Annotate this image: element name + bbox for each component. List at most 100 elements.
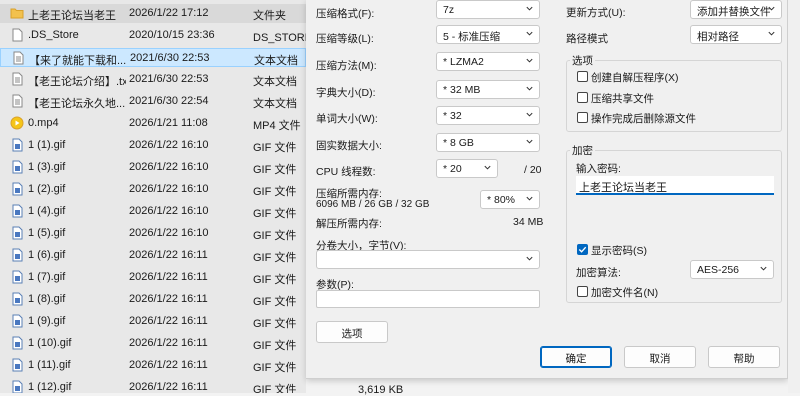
method-label: 压缩方法(M): xyxy=(316,60,377,72)
volume-select[interactable] xyxy=(316,250,540,269)
file-date: 2020/10/15 23:36 xyxy=(129,29,215,41)
gif-file-icon xyxy=(10,160,23,175)
file-row[interactable]: 1 (11).gif 2026/1/22 16:11 GIF 文件 xyxy=(0,356,306,375)
mem-select[interactable]: * 80% xyxy=(480,190,540,209)
format-label: 压缩格式(F): xyxy=(316,8,375,20)
file-row[interactable]: .DS_Store 2020/10/15 23:36 DS_STORE 文件 xyxy=(0,26,306,45)
file-row[interactable]: 【老王论坛介绍】.txt 2021/6/30 22:53 文本文档 xyxy=(0,70,306,89)
file-row[interactable]: 上老王论坛当老王 2026/1/22 17:12 文件夹 xyxy=(0,4,306,23)
cpu-max: / 20 xyxy=(524,164,542,176)
gif-file-icon xyxy=(10,248,23,263)
file-row[interactable]: 1 (9).gif 2026/1/22 16:11 GIF 文件 xyxy=(0,312,306,331)
file-row[interactable]: 1 (4).gif 2026/1/22 16:10 GIF 文件 xyxy=(0,202,306,221)
password-label: 输入密码: xyxy=(576,163,621,175)
show-password-checkbox[interactable] xyxy=(577,244,588,255)
text-file-icon xyxy=(10,72,23,87)
update-label: 更新方式(U): xyxy=(566,7,626,19)
word-value: * 32 xyxy=(443,110,462,122)
encryption-group-title: 加密 xyxy=(570,143,595,158)
file-date: 2026/1/22 16:10 xyxy=(129,139,209,151)
file-type: GIF 文件 xyxy=(253,362,297,374)
solid-value: * 8 GB xyxy=(443,137,474,149)
file-type: GIF 文件 xyxy=(253,384,297,393)
delete-label[interactable]: 操作完成后删除源文件 xyxy=(591,111,696,126)
file-name: 1 (6).gif xyxy=(28,249,66,261)
update-value: 添加并替换文件 xyxy=(697,6,771,18)
file-row[interactable]: 【来了就能下载和... 2021/6/30 22:53 文本文档 xyxy=(0,48,306,67)
file-row[interactable]: 1 (3).gif 2026/1/22 16:10 GIF 文件 xyxy=(0,158,306,177)
options-button[interactable]: 选项 xyxy=(316,321,388,343)
cpu-select[interactable]: * 20 xyxy=(436,159,498,178)
add-to-archive-dialog: 压缩格式(F): 7z 压缩等级(L): 5 - 标准压缩 压缩方法(M): *… xyxy=(306,0,788,379)
solid-select[interactable]: * 8 GB xyxy=(436,133,540,152)
dict-label: 字典大小(D): xyxy=(316,87,376,99)
file-row[interactable]: 1 (5).gif 2026/1/22 16:10 GIF 文件 xyxy=(0,224,306,243)
level-label: 压缩等级(L): xyxy=(316,33,374,45)
file-name: 【来了就能下载和... xyxy=(29,55,127,67)
file-row[interactable]: 1 (2).gif 2026/1/22 16:10 GIF 文件 xyxy=(0,180,306,199)
file-date: 2026/1/22 16:11 xyxy=(129,293,208,305)
format-select[interactable]: 7z xyxy=(436,0,540,19)
gif-file-icon xyxy=(10,292,23,307)
file-date: 2026/1/22 16:11 xyxy=(129,315,208,327)
update-select[interactable]: 添加并替换文件 xyxy=(690,0,782,19)
file-date: 2026/1/22 16:10 xyxy=(129,205,209,217)
file-date: 2026/1/21 11:08 xyxy=(129,117,208,129)
show-password-label[interactable]: 显示密码(S) xyxy=(591,243,647,258)
file-name: 1 (10).gif xyxy=(28,337,72,349)
chevron-down-icon xyxy=(526,139,533,144)
method-select[interactable]: * LZMA2 xyxy=(436,52,540,71)
file-row[interactable]: 【老王论坛永久地... 2021/6/30 22:54 文本文档 xyxy=(0,92,306,111)
sfx-label[interactable]: 创建自解压程序(X) xyxy=(591,70,679,85)
file-row[interactable]: 1 (12).gif 2026/1/22 16:11 GIF 文件 xyxy=(0,378,306,393)
file-size: 3,619 KB xyxy=(358,384,404,396)
delete-checkbox[interactable] xyxy=(577,112,588,123)
file-type: GIF 文件 xyxy=(253,142,297,154)
file-type: GIF 文件 xyxy=(253,318,297,330)
file-type: GIF 文件 xyxy=(253,230,297,242)
chevron-down-icon xyxy=(526,6,533,11)
level-select[interactable]: 5 - 标准压缩 xyxy=(436,25,540,44)
format-value: 7z xyxy=(443,4,455,16)
file-row[interactable]: 1 (8).gif 2026/1/22 16:11 GIF 文件 xyxy=(0,290,306,309)
decomp-label: 解压所需内存: xyxy=(316,218,382,230)
cpu-value: * 20 xyxy=(443,163,462,175)
file-type: GIF 文件 xyxy=(253,164,297,176)
word-label: 单词大小(W): xyxy=(316,113,378,125)
shared-checkbox[interactable] xyxy=(577,92,588,103)
password-input[interactable]: 上老王论坛当老王 xyxy=(576,176,774,195)
file-type: GIF 文件 xyxy=(253,296,297,308)
dict-select[interactable]: * 32 MB xyxy=(436,80,540,99)
options-group-title: 选项 xyxy=(570,53,595,68)
params-input[interactable] xyxy=(316,290,540,308)
file-name: 【老王论坛永久地... xyxy=(28,98,126,110)
file-name: 1 (3).gif xyxy=(28,161,66,173)
help-button[interactable]: 帮助 xyxy=(708,346,780,368)
file-date: 2026/1/22 16:10 xyxy=(129,183,209,195)
file-row[interactable]: 1 (7).gif 2026/1/22 16:11 GIF 文件 xyxy=(0,268,306,287)
encrypt-names-checkbox[interactable] xyxy=(577,286,588,297)
sfx-checkbox[interactable] xyxy=(577,71,588,82)
dict-value: * 32 MB xyxy=(443,84,481,96)
file-row[interactable]: 0.mp4 2026/1/21 11:08 MP4 文件 xyxy=(0,114,306,133)
path-select[interactable]: 相对路径 xyxy=(690,25,782,44)
ok-button[interactable]: 确定 xyxy=(540,346,612,368)
file-row[interactable]: 1 (10).gif 2026/1/22 16:11 GIF 文件 xyxy=(0,334,306,353)
chevron-down-icon xyxy=(526,86,533,91)
file-name: 0.mp4 xyxy=(28,117,59,129)
file-row[interactable]: 1 (1).gif 2026/1/22 16:10 GIF 文件 xyxy=(0,136,306,155)
cancel-button[interactable]: 取消 xyxy=(624,346,696,368)
file-row[interactable]: 1 (6).gif 2026/1/22 16:11 GIF 文件 xyxy=(0,246,306,265)
encrypt-names-label[interactable]: 加密文件名(N) xyxy=(591,285,658,300)
chevron-down-icon xyxy=(760,266,767,271)
file-name: 1 (11).gif xyxy=(28,359,71,371)
file-name: 1 (1).gif xyxy=(28,139,66,151)
word-select[interactable]: * 32 xyxy=(436,106,540,125)
gif-file-icon xyxy=(10,138,23,153)
shared-label[interactable]: 压缩共享文件 xyxy=(591,91,654,106)
file-type: DS_STORE 文件 xyxy=(253,32,306,44)
file-name: 上老王论坛当老王 xyxy=(28,10,116,22)
file-date: 2026/1/22 16:10 xyxy=(129,227,209,239)
algo-select[interactable]: AES-256 xyxy=(690,260,774,279)
gif-file-icon xyxy=(10,182,23,197)
